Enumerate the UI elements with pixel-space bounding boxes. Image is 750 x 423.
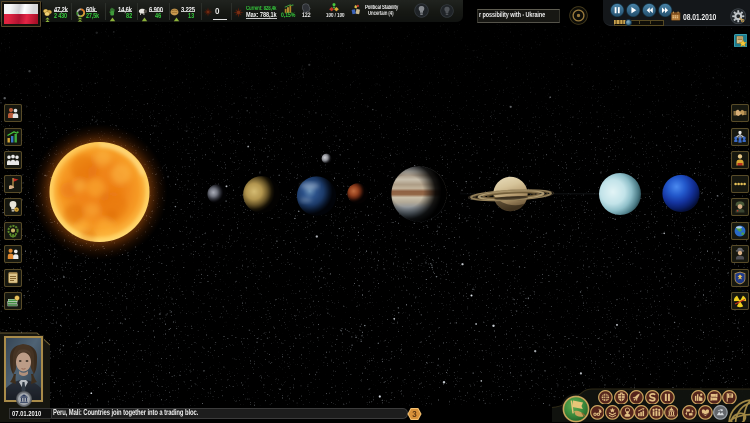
svg-text:3: 3 <box>412 409 417 418</box>
